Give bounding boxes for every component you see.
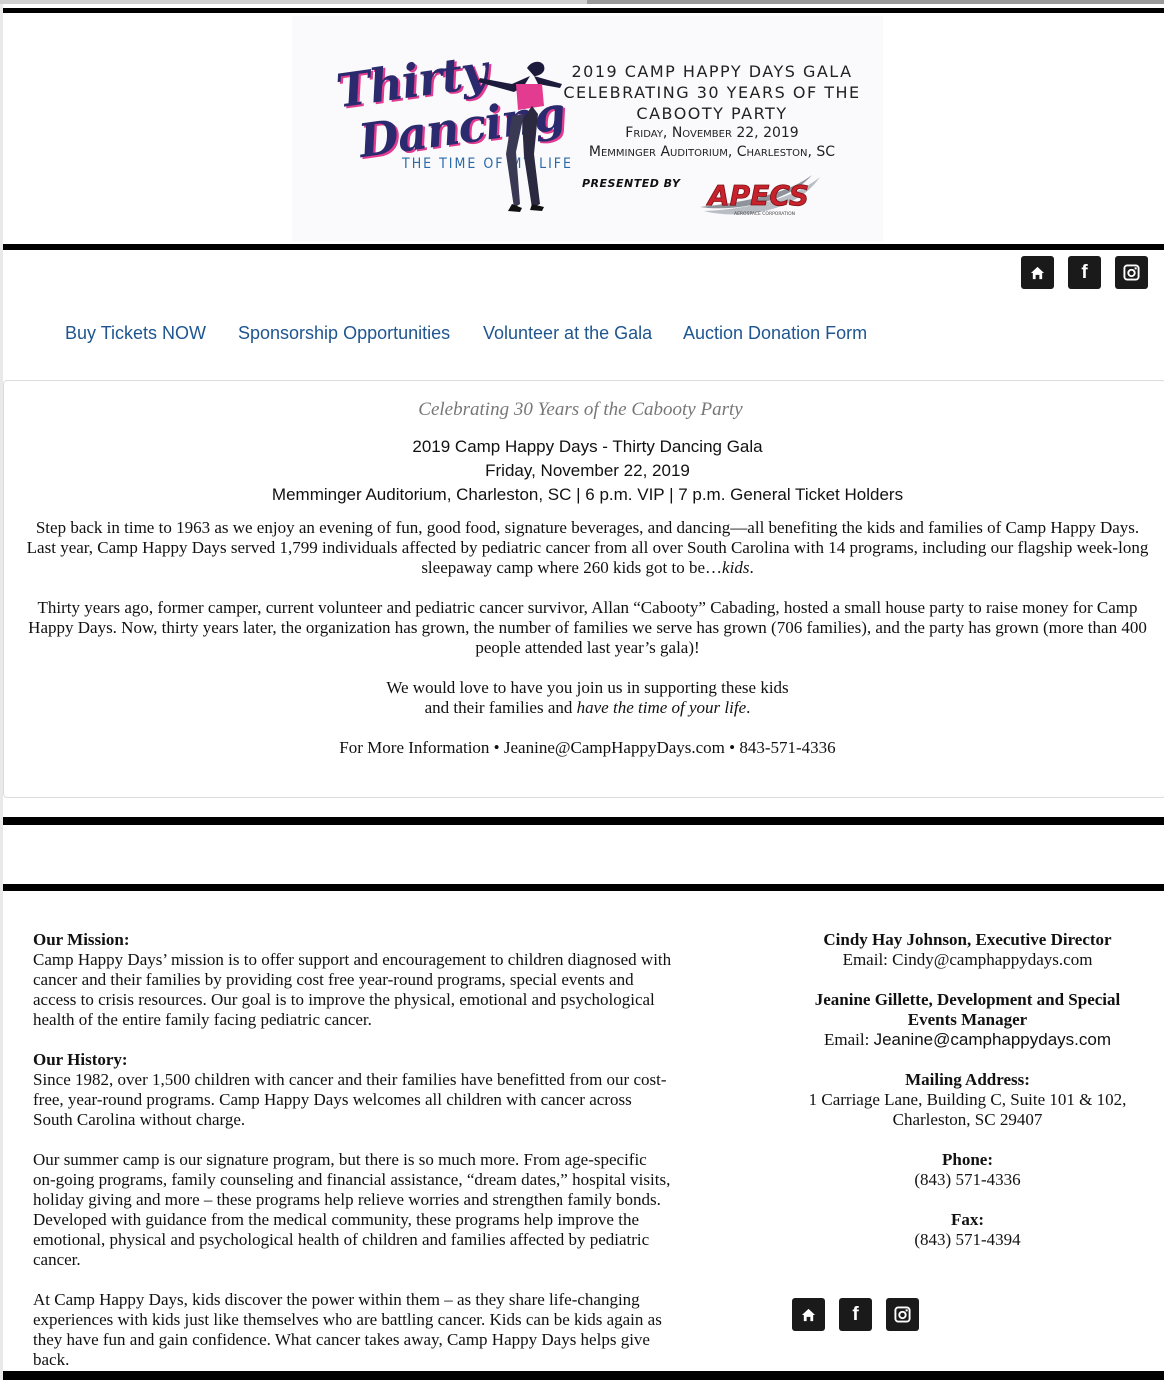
- invitation-line1: We would love to have you join us in sup…: [386, 678, 789, 697]
- section-divider-2: [3, 884, 1164, 891]
- top-divider: [3, 8, 1164, 13]
- history-paragraph-2: Our summer camp is our signature program…: [33, 1150, 671, 1269]
- nav-volunteer[interactable]: Volunteer at the Gala: [483, 323, 652, 344]
- mailing-heading: Mailing Address:: [905, 1070, 1030, 1089]
- contact2-email-link[interactable]: Jeanine@camphappydays.com: [874, 1030, 1111, 1049]
- contact1-email-link[interactable]: Cindy@camphappydays.com: [892, 950, 1092, 969]
- footer-facebook-glyph: f: [852, 1303, 859, 1325]
- facebook-icon[interactable]: f: [1068, 256, 1101, 289]
- mailing-line2: Charleston, SC 29407: [892, 1110, 1043, 1129]
- event-venue: Memminger Auditorium, Charleston, SC | 6…: [271, 485, 904, 504]
- more-info-line: For More Information • Jeanine@CampHappy…: [339, 738, 836, 757]
- browser-top-edge: [0, 0, 1164, 4]
- banner-divider: [3, 244, 1164, 250]
- section-divider-1: [3, 817, 1164, 825]
- event-description-2: Thirty years ago, former camper, current…: [28, 598, 1147, 657]
- event-date: Friday, November 22, 2019: [485, 461, 690, 480]
- mailing-line1: 1 Carriage Lane, Building C, Suite 101 &…: [808, 1090, 1127, 1109]
- sponsor-logo-subtext: AEROSPACE CORPORATION: [734, 211, 795, 217]
- contact2-email-label: Email:: [823, 1030, 870, 1049]
- gala-banner: Thirty Dancing THE TIME OF MY LIFE 2019 …: [292, 16, 883, 241]
- banner-title-line2: CELEBRATING 30 YEARS OF THE: [563, 83, 861, 102]
- banner-title-line1: 2019 CAMP HAPPY DAYS GALA: [571, 62, 853, 81]
- nav-auction-form[interactable]: Auction Donation Form: [683, 323, 867, 344]
- banner-title-line3: CABOOTY PARTY: [636, 104, 788, 123]
- phone-number: (843) 571-4336: [914, 1170, 1021, 1189]
- event-title: 2019 Camp Happy Days - Thirty Dancing Ga…: [412, 437, 763, 456]
- facebook-glyph: f: [1081, 261, 1088, 283]
- apecs-sponsor-logo: APECS AEROSPACE CORPORATION: [700, 175, 820, 217]
- history-paragraph-3: At Camp Happy Days, kids discover the po…: [33, 1290, 662, 1369]
- footer-facebook-icon[interactable]: f: [839, 1298, 872, 1331]
- invitation-line2: and their families and: [424, 698, 573, 717]
- mission-text: Camp Happy Days’ mission is to offer sup…: [33, 950, 672, 1029]
- contact2-name: Jeanine Gillette, Development and Specia…: [814, 990, 1121, 1029]
- bottom-divider: [3, 1371, 1164, 1380]
- event-description-1: Step back in time to 1963 as we enjoy an…: [20, 518, 1155, 578]
- event-description-1-text: Step back in time to 1963 as we enjoy an…: [26, 518, 1149, 577]
- presented-by-label: PRESENTED BY: [582, 177, 681, 190]
- banner-venue: Memminger Auditorium, Charleston, SC: [588, 144, 836, 160]
- mission-heading: Our Mission:: [33, 930, 130, 949]
- footer-instagram-icon[interactable]: [886, 1298, 919, 1331]
- home-icon[interactable]: [1021, 256, 1054, 289]
- nav-buy-tickets[interactable]: Buy Tickets NOW: [65, 323, 206, 344]
- event-invitation: We would love to have you join us in sup…: [20, 678, 1155, 718]
- invitation-emphasis: have the time of your life: [576, 698, 747, 717]
- footer-home-icon[interactable]: [792, 1298, 825, 1331]
- nav-sponsorship[interactable]: Sponsorship Opportunities: [238, 323, 450, 344]
- event-description-1-emphasis: kids: [722, 558, 750, 577]
- history-paragraph-1: Since 1982, over 1,500 children with can…: [33, 1070, 667, 1129]
- sponsor-logo-wordmark: APECS: [706, 179, 809, 212]
- event-subtitle: Celebrating 30 Years of the Cabooty Part…: [418, 399, 743, 420]
- contact2-email-line: Email: Jeanine@camphappydays.com: [780, 1030, 1155, 1050]
- fax-number: (843) 571-4394: [914, 1230, 1021, 1249]
- history-heading: Our History:: [33, 1050, 128, 1069]
- instagram-icon[interactable]: [1115, 256, 1148, 289]
- event-description-1-end: .: [749, 558, 754, 577]
- contact1-email-label: Email:: [842, 950, 888, 969]
- banner-date: Friday, November 22, 2019: [625, 125, 799, 141]
- fax-heading: Fax:: [950, 1210, 985, 1229]
- browser-top-edge-segment: [587, 0, 1164, 4]
- phone-heading: Phone:: [942, 1150, 993, 1169]
- contact1-name: Cindy Hay Johnson, Executive Director: [823, 930, 1112, 949]
- invitation-end: .: [746, 698, 751, 717]
- contact1-email-line: Email: Cindy@camphappydays.com: [780, 950, 1155, 970]
